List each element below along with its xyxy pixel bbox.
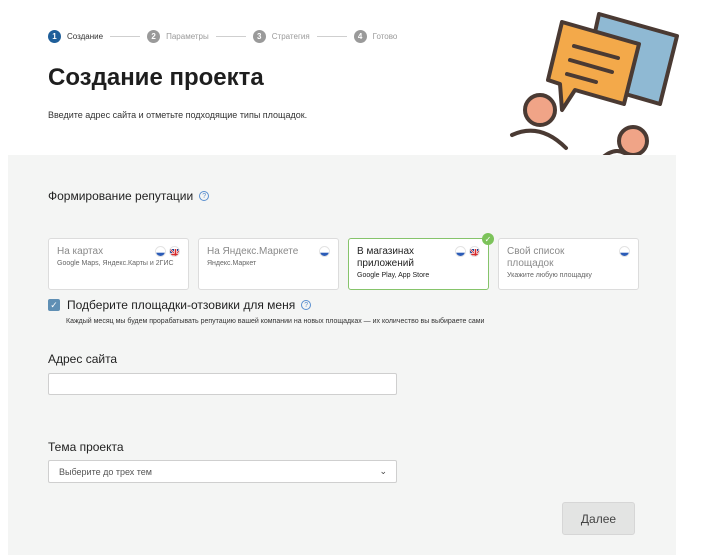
platform-subtitle: Яндекс.Маркет bbox=[207, 260, 257, 267]
step-parameters: 2 Параметры bbox=[147, 29, 209, 43]
platform-subtitle: Google Maps, Яндекс.Карты и 2ГИС bbox=[57, 260, 174, 267]
flags bbox=[455, 246, 480, 257]
platform-title: На картах bbox=[57, 246, 104, 257]
selected-check-icon: ✓ bbox=[482, 233, 494, 245]
platform-option-maps[interactable]: На картах Google Maps, Яндекс.Карты и 2Г… bbox=[48, 238, 189, 290]
platform-type-options: На картах Google Maps, Яндекс.Карты и 2Г… bbox=[48, 233, 639, 290]
chat-people-illustration bbox=[510, 12, 679, 160]
platform-option-yandex-market[interactable]: На Яндекс.Маркете Яндекс.Маркет bbox=[198, 238, 339, 290]
page-subtitle: Введите адрес сайта и отметьте подходящи… bbox=[48, 110, 308, 120]
step-strategy: 3 Стратегия bbox=[252, 29, 310, 43]
step-divider bbox=[215, 35, 246, 37]
person-left-icon bbox=[510, 93, 568, 150]
step-done: 4 Готово bbox=[353, 29, 398, 43]
platform-title: В магазинах приложений bbox=[357, 246, 415, 269]
step-number: 4 bbox=[353, 29, 367, 43]
flags bbox=[155, 246, 180, 257]
auto-pick-checkbox[interactable]: ✓ bbox=[48, 299, 60, 311]
step-creation: 1 Создание bbox=[48, 29, 104, 43]
site-address-input[interactable] bbox=[48, 373, 397, 395]
step-label: Параметры bbox=[166, 31, 209, 41]
flags bbox=[619, 246, 630, 257]
site-address-label: Адрес сайта bbox=[48, 352, 118, 366]
auto-pick-row: ✓ Подберите площадки-отзовики для меня ? bbox=[48, 298, 312, 312]
uk-flag-icon bbox=[169, 246, 180, 257]
auto-pick-label[interactable]: Подберите площадки-отзовики для меня bbox=[67, 298, 295, 312]
step-number: 2 bbox=[147, 29, 161, 43]
platform-option-custom-list[interactable]: Свой список площадок Укажите любую площа… bbox=[498, 238, 639, 290]
step-label: Стратегия bbox=[271, 31, 310, 41]
platform-subtitle: Укажите любую площадку bbox=[507, 272, 592, 279]
chevron-down-icon: ⌄ bbox=[379, 466, 387, 476]
step-number: 3 bbox=[252, 29, 266, 43]
progress-stepper: 1 Создание 2 Параметры 3 Стратегия 4 Гот… bbox=[48, 29, 397, 43]
russia-flag-icon bbox=[619, 246, 630, 257]
help-circle-icon[interactable]: ? bbox=[301, 300, 312, 310]
page-title: Создание проекта bbox=[48, 64, 264, 91]
russia-flag-icon bbox=[455, 246, 466, 257]
step-divider bbox=[110, 35, 141, 37]
russia-flag-icon bbox=[155, 246, 166, 257]
project-topic-select[interactable]: Выберите до трех тем ⌄ bbox=[48, 460, 397, 483]
select-placeholder: Выберите до трех тем bbox=[59, 466, 152, 477]
next-button[interactable]: Далее bbox=[562, 502, 635, 535]
step-label: Готово bbox=[372, 31, 398, 41]
russia-flag-icon bbox=[319, 246, 330, 257]
platform-subtitle: Google Play, App Store bbox=[357, 272, 430, 279]
help-circle-icon[interactable]: ? bbox=[199, 191, 210, 201]
platform-option-app-stores[interactable]: В магазинах приложений Google Play, App … bbox=[348, 233, 494, 290]
platform-title: На Яндекс.Маркете bbox=[207, 246, 299, 257]
auto-pick-note: Каждый месяц мы будем прорабатывать репу… bbox=[66, 318, 485, 325]
step-label: Создание bbox=[67, 31, 104, 41]
flags bbox=[319, 246, 330, 257]
step-divider bbox=[316, 35, 347, 37]
reputation-section-title: Формирование репутации ? bbox=[48, 189, 210, 203]
step-number: 1 bbox=[48, 29, 61, 43]
uk-flag-icon bbox=[469, 246, 480, 257]
project-topic-label: Тема проекта bbox=[48, 440, 124, 454]
section-title-text: Формирование репутации bbox=[48, 189, 194, 203]
platform-title: Свой список площадок bbox=[507, 246, 565, 269]
